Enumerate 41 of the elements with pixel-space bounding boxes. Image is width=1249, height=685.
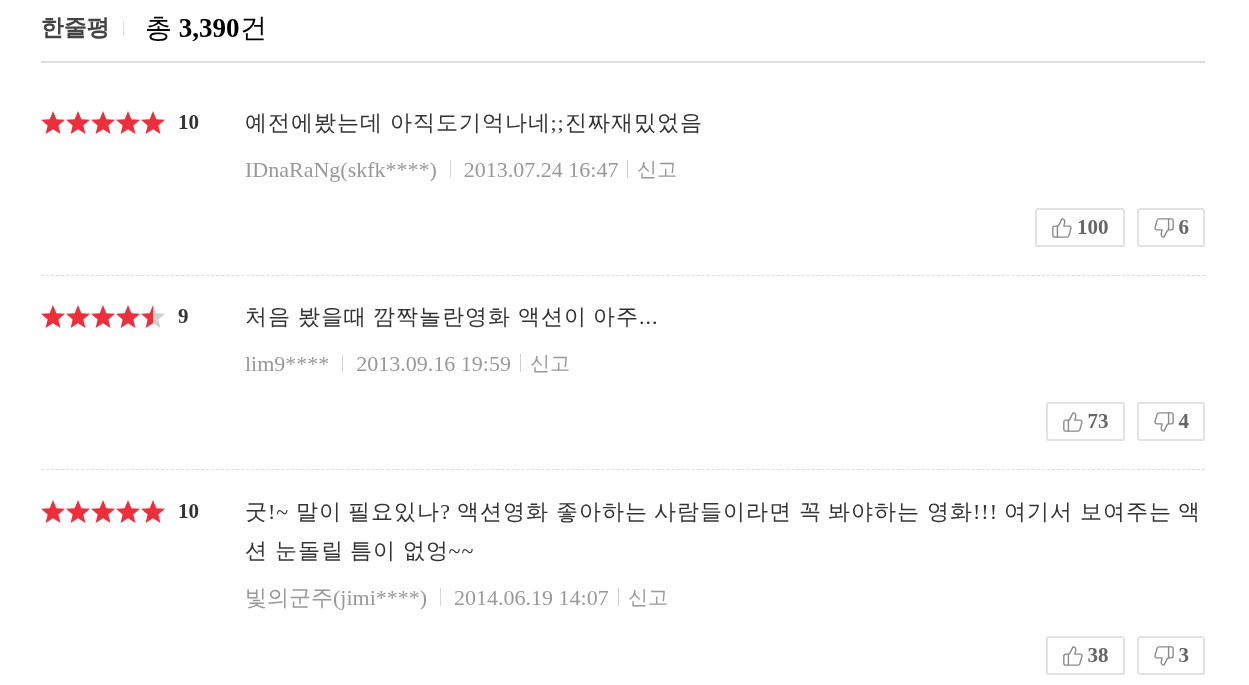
star-icon: [91, 305, 115, 328]
like-button[interactable]: 38: [1045, 636, 1125, 675]
thumbs-down-icon: [1152, 216, 1175, 239]
review-date: 2014.06.19 14:07: [454, 583, 609, 612]
review-date: 2013.09.16 19:59: [356, 349, 511, 378]
dislike-button[interactable]: 4: [1136, 402, 1205, 441]
star-icon: [41, 500, 65, 523]
star-icon: [141, 500, 165, 523]
review-author: 빛의군주(jimi****): [245, 583, 428, 612]
dislike-button[interactable]: 6: [1136, 208, 1205, 247]
thumbs-up-icon: [1061, 644, 1084, 667]
review-total-count: 총 3,390건: [145, 12, 267, 46]
star-icon: [116, 305, 140, 328]
star-icon: [91, 500, 115, 523]
rating-score: 10: [178, 112, 199, 133]
star-icon: [41, 111, 65, 134]
section-title: 한줄평: [41, 14, 110, 43]
star-icon: [66, 305, 90, 328]
thumbs-down-icon: [1152, 410, 1175, 433]
star-icon: [66, 111, 90, 134]
thumbs-up-icon: [1051, 216, 1073, 239]
review-date: 2013.07.24 16:47: [463, 155, 619, 184]
review-author: IDnaRaNg(skfk****): [245, 155, 437, 184]
rating-score: 9: [178, 306, 189, 327]
review-text: 처음 봤을때 깜짝놀란영화 액션이 아주...: [245, 303, 659, 331]
review-text: 예전에봤는데 아직도기억나네;;진짜재밌었음: [245, 109, 703, 137]
like-button[interactable]: 100: [1035, 208, 1125, 247]
thumbs-up-icon: [1061, 410, 1084, 433]
thumbs-down-icon: [1152, 644, 1175, 667]
review-text: 굿!~ 말이 필요있나? 액션영화 좋아하는 사람들이라면 꼭 봐야하는 영화!!! 여기서 보여주는 액션 눈돌릴 틈이 없엉~~: [245, 498, 1203, 565]
star-icon: [116, 111, 140, 134]
star-icon: [91, 111, 115, 134]
star-icon: [66, 500, 90, 523]
star-icon: [141, 305, 165, 328]
rating-score: 10: [178, 501, 199, 522]
dislike-button[interactable]: 3: [1136, 636, 1205, 675]
star-icon: [116, 500, 140, 523]
review-author: lim9****: [245, 349, 330, 378]
like-button[interactable]: 73: [1045, 402, 1125, 441]
star-icon: [141, 111, 165, 134]
star-icon: [41, 305, 65, 328]
